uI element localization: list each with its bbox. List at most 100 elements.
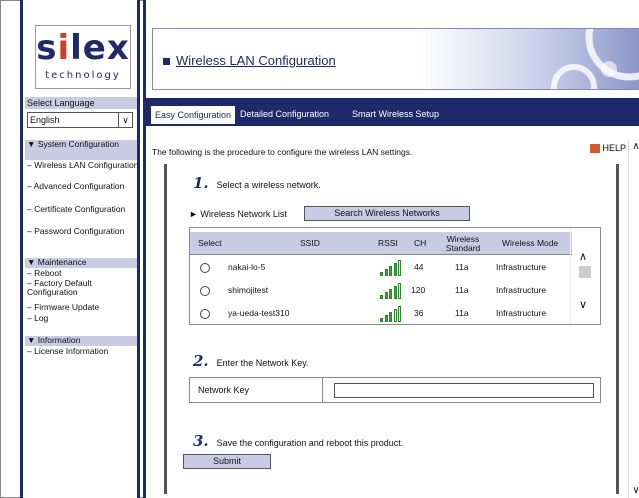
sidebar: silex technology Select Language English… [20, 0, 140, 498]
nav-item-log[interactable]: – Log [27, 314, 139, 323]
chevron-down-icon[interactable]: ∨ [579, 298, 587, 311]
signal-bar [393, 286, 397, 299]
standard-cell: 11a [455, 285, 469, 295]
ch-cell: 120 [411, 285, 426, 295]
signal-bar [389, 289, 392, 299]
col-wireless-standard: Wireless Standard [445, 234, 481, 253]
select-radio[interactable] [200, 263, 210, 273]
step-2-number: 2. [193, 352, 209, 370]
nav-item-certificate[interactable]: – Certificate Configuration [27, 205, 139, 225]
signal-bar [398, 260, 401, 276]
content-area: The following is the procedure to config… [146, 124, 639, 498]
divider [322, 378, 323, 402]
col-ch: CH [414, 238, 427, 248]
signal-bar [393, 309, 397, 322]
step-2-text: Enter the Network Key. [216, 358, 309, 368]
intro-text: The following is the procedure to config… [152, 147, 413, 157]
page-title-text: Wireless LAN Configuration [176, 53, 336, 68]
signal-bar [380, 318, 383, 322]
chevron-down-icon[interactable]: ∨ [118, 113, 132, 127]
signal-bar [389, 266, 392, 276]
logo-brand: silex [36, 28, 130, 68]
select-radio[interactable] [200, 309, 210, 319]
submit-button[interactable]: Submit [183, 454, 271, 469]
mode-cell: Infrastructure [496, 308, 547, 318]
nav-item-license[interactable]: – License Information [27, 347, 139, 356]
signal-bar [393, 263, 397, 276]
ssid-cell: shimojitest [228, 285, 269, 295]
nav-item-firmware-update[interactable]: – Firmware Update [27, 303, 139, 312]
list-header: Select SSID RSSI CH Wireless Standard Wi… [190, 232, 572, 255]
help-link[interactable]: HELP [590, 143, 626, 154]
main-area: Wireless LAN Configuration Easy Configur… [143, 0, 639, 498]
mode-cell: Infrastructure [496, 285, 547, 295]
chevron-up-icon[interactable]: ∧ [579, 250, 587, 263]
col-select: Select [198, 238, 222, 248]
select-language-label: Select Language [25, 97, 137, 109]
logo-tagline: technology [45, 70, 121, 81]
nav-item-factory-default[interactable]: – Factory Default Configuration [27, 279, 139, 299]
signal-bar [384, 269, 388, 276]
language-select-value: English [30, 115, 60, 125]
help-label: HELP [602, 143, 626, 153]
decorative-rings-icon [551, 29, 639, 89]
signal-bar [398, 283, 401, 299]
signal-strength-icon [380, 306, 404, 322]
signal-bar [398, 306, 401, 322]
list-scrollbar[interactable]: ∧ ∨ [570, 228, 600, 324]
standard-cell: 11a [455, 262, 469, 272]
nav-section-system[interactable]: ▼ System Configuration [25, 140, 137, 160]
wireless-network-list-label: ► Wireless Network List [189, 209, 287, 219]
nav-section-maintenance[interactable]: ▼ Maintenance [25, 258, 137, 268]
title-bullet-icon [163, 58, 170, 66]
scroll-down-icon[interactable]: ∨ [629, 484, 639, 498]
col-ssid: SSID [300, 238, 320, 248]
help-icon [590, 144, 601, 154]
standard-cell: 11a [455, 308, 469, 318]
nav-item-advanced[interactable]: – Advanced Configuration [27, 182, 139, 202]
step-2: 2. Enter the Network Key. [193, 352, 309, 370]
network-key-label: Network Key [198, 385, 250, 395]
tab-easy-configuration[interactable]: Easy Configuration [150, 105, 237, 124]
nav-section-information[interactable]: ▼ Information [25, 336, 137, 346]
select-radio[interactable] [200, 286, 210, 296]
step-1: 1. Select a wireless network. [193, 174, 321, 192]
table-row[interactable]: shimojitest 120 11a Infrastructure [190, 281, 572, 303]
page-title: Wireless LAN Configuration [163, 53, 336, 68]
nav-item-reboot[interactable]: – Reboot [27, 269, 139, 278]
tab-smart-wireless-setup[interactable]: Smart Wireless Setup [348, 105, 443, 124]
ch-cell: 36 [414, 308, 424, 318]
nav-item-password[interactable]: – Password Configuration [27, 227, 139, 247]
language-select[interactable]: English ∨ [27, 112, 133, 128]
ssid-cell: nakai-lo-5 [228, 262, 266, 272]
col-wireless-mode: Wireless Mode [502, 238, 559, 248]
col-rssi: RSSI [378, 238, 398, 248]
table-row[interactable]: ya-ueda-test310 36 11a Infrastructure [190, 304, 572, 324]
ch-cell: 44 [414, 262, 424, 272]
network-key-input[interactable] [334, 383, 594, 398]
step-1-text: Select a wireless network. [216, 180, 321, 190]
signal-bar [380, 295, 383, 299]
mode-cell: Infrastructure [496, 262, 547, 272]
search-wireless-networks-button[interactable]: Search Wireless Networks [304, 206, 470, 221]
signal-bar [380, 272, 383, 276]
step-3-text: Save the configuration and reboot this p… [216, 438, 404, 448]
silex-logo: silex technology [35, 25, 131, 89]
wireless-network-list: Select SSID RSSI CH Wireless Standard Wi… [189, 227, 601, 325]
tab-detailed-configuration[interactable]: Detailed Configuration [236, 105, 333, 124]
step-3-number: 3. [193, 432, 209, 450]
configuration-panel: 1. Select a wireless network. ► Wireless … [164, 164, 619, 494]
scroll-thumb[interactable] [579, 266, 591, 278]
signal-strength-icon [380, 260, 404, 276]
page-scrollbar[interactable]: ∧ ∨ [628, 140, 639, 498]
tab-bar: Easy Configuration Detailed Configuratio… [146, 98, 639, 124]
step-1-number: 1. [193, 174, 209, 192]
signal-bar [384, 315, 388, 322]
nav-item-wireless-lan[interactable]: – Wireless LAN Configuration [27, 161, 139, 181]
signal-bar [389, 312, 392, 322]
scroll-up-icon[interactable]: ∧ [629, 140, 639, 154]
signal-strength-icon [380, 283, 404, 299]
ssid-cell: ya-ueda-test310 [228, 308, 290, 318]
table-row[interactable]: nakai-lo-5 44 11a Infrastructure [190, 258, 572, 280]
step-3: 3. Save the configuration and reboot this… [193, 432, 403, 450]
